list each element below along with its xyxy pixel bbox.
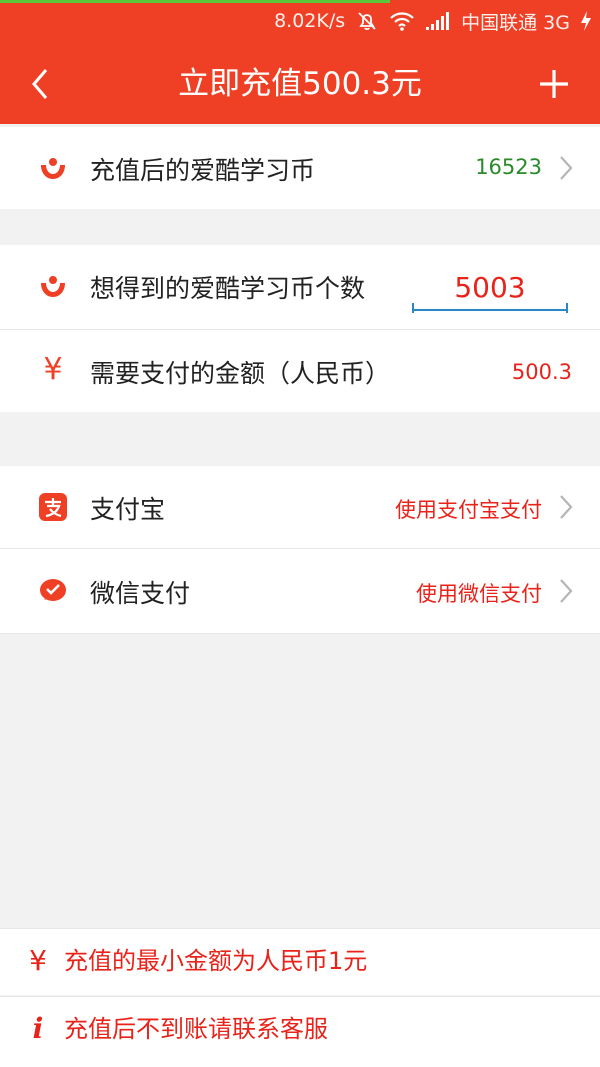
payment-row-wechat[interactable]: 微信支付 使用微信支付 — [0, 549, 600, 633]
yuan-icon: ¥ — [43, 351, 63, 387]
signal-icon — [425, 11, 451, 31]
plus-icon — [540, 70, 568, 98]
pay-amount-row: ¥ 需要支付的金额（人民币） 500.3 — [0, 330, 600, 412]
payment-action: 使用支付宝支付 — [395, 498, 542, 522]
note-text: 充值的最小金额为人民币1元 — [64, 947, 368, 975]
network-speed: 8.02K/s — [274, 10, 346, 32]
note-min-amount: ¥ 充值的最小金额为人民币1元 — [0, 929, 600, 995]
carrier-label: 中国联通 3G — [461, 11, 570, 34]
coin-icon — [36, 269, 70, 303]
info-icon: i — [32, 1012, 44, 1045]
balance-value: 16523 — [475, 155, 542, 179]
coin-icon — [36, 151, 70, 185]
alipay-icon — [36, 490, 70, 524]
add-button[interactable] — [534, 62, 574, 106]
balance-row[interactable]: 充值后的爱酷学习币 16523 — [0, 127, 600, 209]
page-load-progress — [0, 0, 390, 3]
pay-amount-value: 500.3 — [511, 360, 572, 384]
page-title: 立即充值500.3元 — [178, 66, 422, 102]
payment-action: 使用微信支付 — [416, 582, 542, 606]
payment-label: 微信支付 — [90, 579, 191, 608]
coins-count-row: 想得到的爱酷学习币个数 — [0, 245, 600, 329]
pay-amount-label: 需要支付的金额（人民币） — [90, 359, 391, 388]
nav-bar: 立即充值500.3元 — [0, 44, 600, 124]
wifi-icon — [389, 10, 415, 32]
top-bar: 8.02K/s 中国联通 3G 立即充值500.3元 — [0, 0, 600, 124]
coins-count-label: 想得到的爱酷学习币个数 — [90, 274, 366, 303]
divider — [0, 633, 600, 634]
status-bar: 8.02K/s 中国联通 3G — [274, 6, 592, 36]
chevron-right-icon — [560, 156, 573, 180]
yuan-icon: ¥ — [29, 944, 47, 977]
note-contact-service: i 充值后不到账请联系客服 — [0, 997, 600, 1067]
input-underline — [412, 303, 568, 313]
mute-icon — [355, 9, 379, 33]
payment-label: 支付宝 — [90, 495, 166, 524]
wechat-pay-icon — [36, 574, 70, 608]
charging-icon — [580, 10, 592, 32]
chevron-right-icon — [560, 579, 573, 603]
chevron-right-icon — [560, 495, 573, 519]
balance-label: 充值后的爱酷学习币 — [90, 156, 316, 185]
payment-row-alipay[interactable]: 支付宝 使用支付宝支付 — [0, 466, 600, 548]
note-text: 充值后不到账请联系客服 — [64, 1015, 328, 1043]
